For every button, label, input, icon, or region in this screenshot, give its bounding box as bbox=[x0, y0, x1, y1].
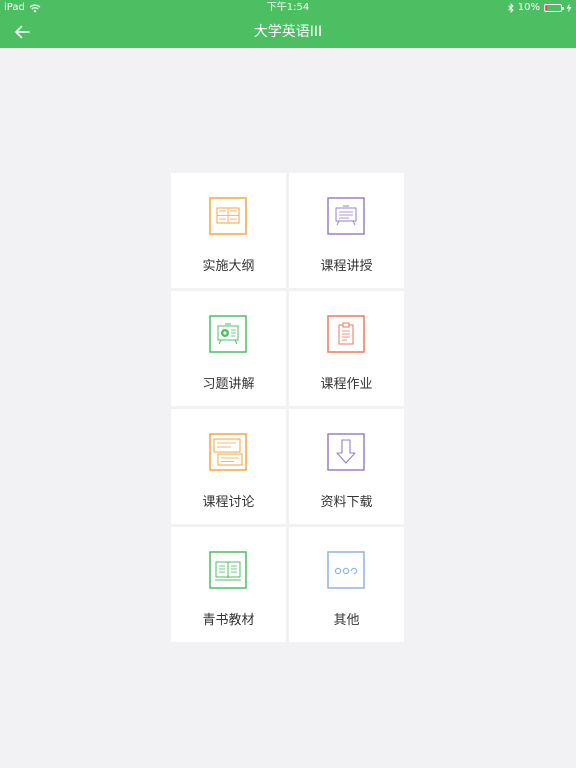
page-title: 大学英语III bbox=[253, 24, 323, 40]
menu-item-textbook[interactable]: 青书教材 bbox=[171, 527, 286, 642]
more-icon bbox=[327, 551, 365, 589]
menu-item-label: 习题讲解 bbox=[202, 377, 255, 392]
textbook-icon bbox=[209, 551, 247, 589]
menu-item-download[interactable]: 资料下载 bbox=[289, 409, 404, 524]
menu-item-discussion[interactable]: 课程讨论 bbox=[171, 409, 286, 524]
menu-item-exercise-explanation[interactable]: 习题讲解 bbox=[171, 291, 286, 406]
menu-grid: 实施大纲 课程讲授 习题讲解 课程作业 课程讨论 资料下载 青书教材 其他 bbox=[171, 173, 405, 642]
status-right: 10% bbox=[507, 0, 572, 16]
battery-icon bbox=[544, 4, 564, 12]
syllabus-icon bbox=[209, 197, 247, 235]
menu-item-label: 青书教材 bbox=[202, 613, 255, 628]
menu-item-label: 课程讨论 bbox=[202, 495, 255, 510]
battery-percent: 10% bbox=[517, 2, 540, 13]
lecture-icon bbox=[327, 197, 365, 235]
battery-level bbox=[546, 6, 547, 10]
menu-item-label: 其他 bbox=[333, 613, 360, 628]
menu-item-syllabus[interactable]: 实施大纲 bbox=[171, 173, 286, 288]
charging-icon bbox=[566, 3, 572, 13]
menu-item-lecture[interactable]: 课程讲授 bbox=[289, 173, 404, 288]
exercise-explanation-icon bbox=[209, 315, 247, 353]
menu-item-label: 课程作业 bbox=[320, 377, 373, 392]
download-icon bbox=[327, 433, 365, 471]
header: iPad 下午1:54 10% 大学英语III bbox=[0, 0, 576, 48]
menu-item-more[interactable]: 其他 bbox=[289, 527, 404, 642]
status-bar: iPad 下午1:54 10% bbox=[0, 0, 576, 16]
homework-icon bbox=[327, 315, 365, 353]
menu-item-label: 课程讲授 bbox=[320, 259, 373, 274]
discussion-icon bbox=[209, 433, 247, 471]
status-time: 下午1:54 bbox=[266, 2, 310, 13]
navigation-bar: 大学英语III bbox=[0, 16, 576, 48]
menu-item-label: 实施大纲 bbox=[202, 259, 255, 274]
menu-item-homework[interactable]: 课程作业 bbox=[289, 291, 404, 406]
menu-item-label: 资料下载 bbox=[320, 495, 373, 510]
bluetooth-icon bbox=[507, 3, 514, 13]
